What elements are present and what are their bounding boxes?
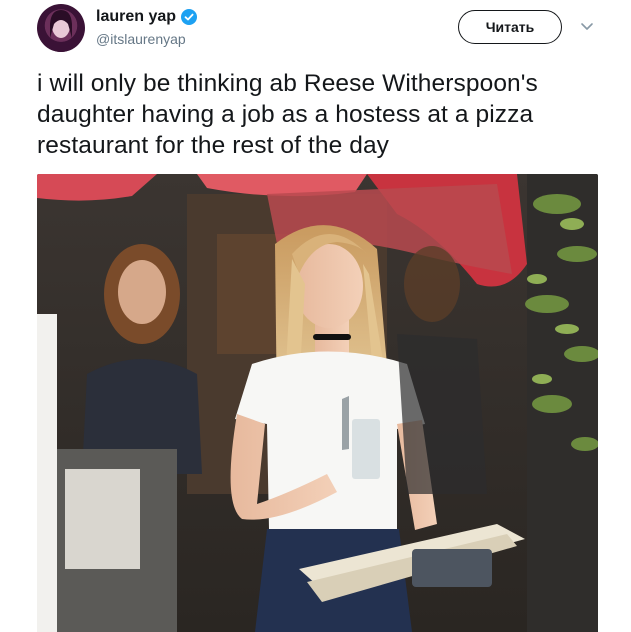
display-name-text: lauren yap bbox=[96, 8, 177, 25]
photo-illustration bbox=[37, 174, 598, 632]
tweet-photo[interactable] bbox=[37, 174, 598, 632]
follow-button[interactable]: Читать bbox=[458, 10, 562, 44]
user-handle[interactable]: @itslaurenyap bbox=[96, 31, 186, 47]
verified-badge-icon bbox=[181, 9, 198, 25]
avatar[interactable] bbox=[37, 4, 85, 52]
tweet-text: i will only be thinking ab Reese Withers… bbox=[37, 70, 538, 159]
avatar-portrait bbox=[47, 10, 75, 52]
display-name[interactable]: lauren yap bbox=[96, 8, 198, 26]
chevron-down-icon[interactable] bbox=[578, 20, 596, 34]
